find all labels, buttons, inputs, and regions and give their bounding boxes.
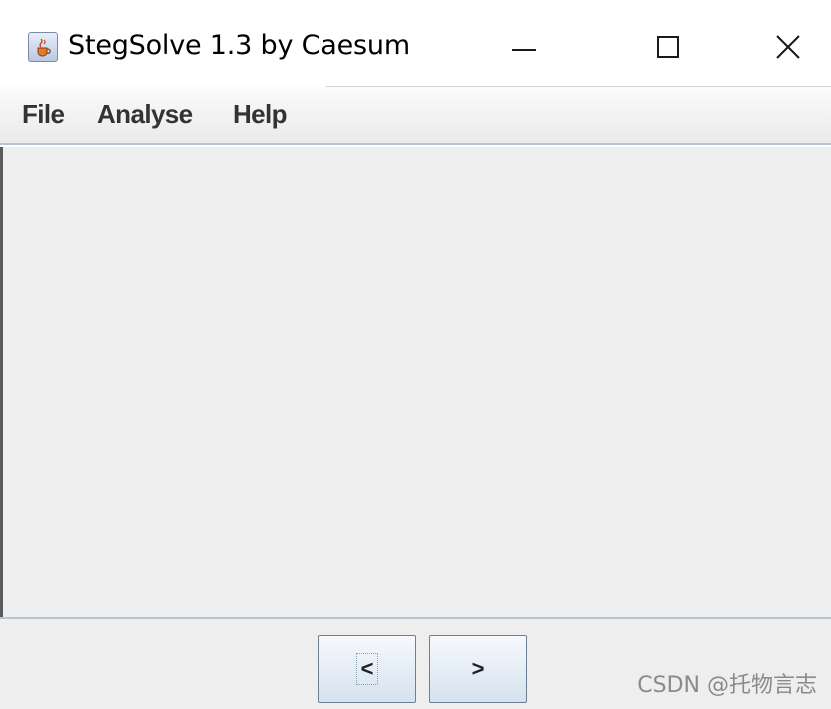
menu-help[interactable]: Help	[233, 99, 288, 130]
menu-bar: File Analyse Help	[0, 87, 831, 145]
next-button-label: >	[471, 656, 485, 681]
java-coffee-icon[interactable]	[28, 32, 58, 62]
bottom-panel: < > CSDN @托物言志	[0, 617, 831, 709]
maximize-button[interactable]	[628, 22, 708, 72]
minimize-icon	[512, 49, 536, 51]
previous-button[interactable]: <	[318, 635, 416, 703]
watermark-text: CSDN @托物言志	[637, 673, 817, 698]
next-button[interactable]: >	[429, 635, 527, 703]
maximize-icon	[657, 36, 679, 58]
image-display-area	[0, 147, 831, 617]
app-window: StegSolve 1.3 by Caesum File Analyse Hel…	[0, 0, 831, 709]
close-button[interactable]	[748, 22, 828, 72]
previous-button-label: <	[355, 653, 379, 685]
window-title: StegSolve 1.3 by Caesum	[68, 30, 410, 61]
menu-analyse[interactable]: Analyse	[97, 99, 193, 130]
minimize-button[interactable]	[484, 22, 564, 72]
close-icon	[776, 35, 800, 59]
title-bar[interactable]: StegSolve 1.3 by Caesum	[0, 0, 831, 90]
menu-file[interactable]: File	[22, 99, 65, 130]
